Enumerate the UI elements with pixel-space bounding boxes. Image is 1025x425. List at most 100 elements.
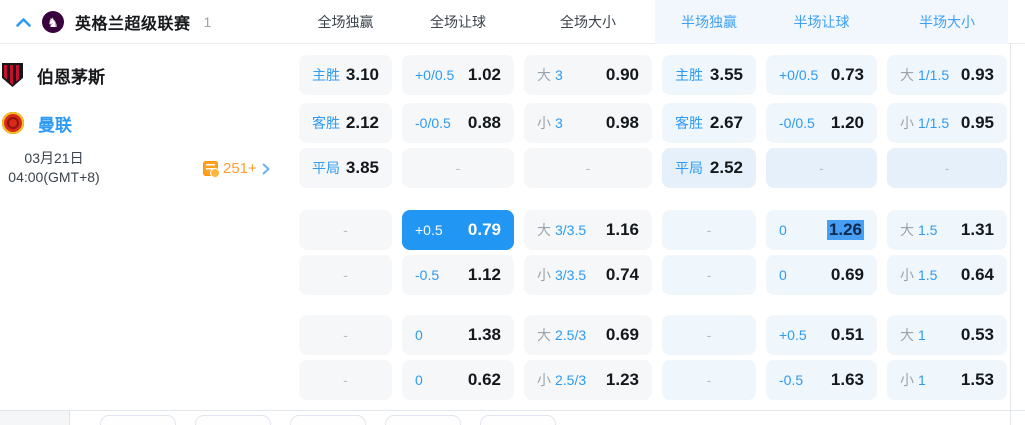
odds-value: 1.63	[830, 370, 864, 389]
match-date: 03月21日	[24, 150, 84, 166]
odds-label: 大 2.5/3	[537, 327, 587, 343]
odds-cell[interactable]: 小 3/3.5 0.74	[524, 255, 652, 295]
odds-value: 1.31	[960, 220, 994, 239]
odds-cell[interactable]: 小 1/1.5 0.95	[887, 103, 1007, 143]
away-team-crest-icon	[2, 112, 24, 134]
next-section-cells-cutoff	[100, 415, 556, 425]
odds-cell[interactable]	[195, 415, 271, 425]
odds-cell[interactable]: 客胜 2.12	[299, 103, 392, 143]
odds-cell[interactable]	[290, 415, 366, 425]
league-title-group: ♞ 英格兰超级联赛 1	[16, 0, 211, 44]
odds-value: 0.74	[605, 265, 639, 284]
odds-value: 1.53	[960, 370, 994, 389]
over-under-prefix: 大	[900, 222, 914, 238]
odds-label: 大 1/1.5	[900, 67, 950, 83]
odds-value: 0.93	[960, 65, 994, 84]
odds-cell[interactable]: 平局 2.52	[662, 148, 756, 188]
odds-label: 小 1/1.5	[900, 115, 950, 131]
odds-cell[interactable]: -0/0.5 1.20	[766, 103, 877, 143]
odds-label: +0.5	[779, 327, 807, 343]
column-header: 全场独赢	[317, 14, 374, 30]
odds-value: 1.26	[826, 220, 864, 240]
column-header: 全场让球	[430, 14, 486, 30]
odds-cell-empty: -	[299, 210, 392, 250]
odds-cell[interactable]: 小 1.5 0.64	[887, 255, 1007, 295]
odds-grid: 主胜 3.10 +0/0.5 1.02 大 3 0.90 主胜 3.55 +0/0.5 0.73 大 1…	[299, 55, 1007, 400]
more-markets-count: 251+	[223, 160, 257, 177]
odds-cell-empty: -	[662, 255, 756, 295]
odds-cell[interactable]: 大 2.5/3 0.69	[524, 315, 652, 355]
odds-cell[interactable]: 主胜 3.55	[662, 55, 756, 95]
odds-cell[interactable]: 平局 3.85	[299, 148, 392, 188]
odds-label: -0.5	[779, 372, 804, 388]
odds-label: +0/0.5	[779, 67, 819, 83]
odds-cell[interactable]: 大 3 0.90	[524, 55, 652, 95]
column-header: 半场独赢	[681, 14, 737, 30]
odds-label: 小3	[537, 115, 563, 131]
odds-cell[interactable]: +0.5 0.79	[402, 210, 514, 250]
odds-value: 1.12	[467, 265, 501, 284]
odds-value: 1.20	[830, 113, 864, 132]
odds-cell[interactable]: 大 1.5 1.31	[887, 210, 1007, 250]
odds-cell[interactable]	[100, 415, 176, 425]
odds-row: -0 0.62 小 2.5/3 1.23- -0.5 1.63 小 1 1.53	[299, 360, 1007, 400]
more-markets-link[interactable]: 251+	[203, 160, 270, 178]
league-name: 英格兰超级联赛	[75, 16, 191, 33]
next-section-left-block	[0, 411, 70, 425]
odds-label: 0	[415, 327, 423, 343]
odds-cell[interactable]	[480, 415, 556, 425]
away-team-row[interactable]: 曼联	[2, 103, 72, 143]
odds-cell-empty: -	[299, 360, 392, 400]
odds-cell-empty: -	[887, 148, 1007, 188]
odds-value: 0.64	[960, 265, 994, 284]
odds-label: 大3	[537, 67, 563, 83]
odds-cell[interactable]: 主胜 3.10	[299, 55, 392, 95]
odds-value: 0.73	[830, 65, 864, 84]
odds-cell[interactable]: 小 1 1.53	[887, 360, 1007, 400]
odds-value: 0.69	[605, 325, 639, 344]
odds-cell[interactable]	[385, 415, 461, 425]
odds-cell[interactable]: 大 3/3.5 1.16	[524, 210, 652, 250]
over-under-prefix: 小	[900, 115, 914, 131]
odds-label: 客胜	[675, 115, 703, 131]
odds-value: 1.38	[467, 325, 501, 344]
odds-cell[interactable]: 0 0.69	[766, 255, 877, 295]
odds-cell[interactable]: +0/0.5 0.73	[766, 55, 877, 95]
over-under-prefix: 大	[900, 67, 914, 83]
odds-cell[interactable]: 0 1.38	[402, 315, 514, 355]
odds-cell[interactable]: 小 2.5/3 1.23	[524, 360, 652, 400]
column-header: 半场大小	[919, 14, 975, 30]
odds-cell[interactable]: -0.5 1.63	[766, 360, 877, 400]
odds-label: -0.5	[415, 267, 440, 283]
odds-value: 0.90	[605, 65, 639, 84]
column-header: 全场大小	[560, 14, 616, 30]
odds-cell[interactable]: +0/0.5 1.02	[402, 55, 514, 95]
odds-cell[interactable]: 大 1/1.5 0.93	[887, 55, 1007, 95]
odds-cell[interactable]: 客胜 2.67	[662, 103, 756, 143]
odds-label: 小 2.5/3	[537, 372, 587, 388]
odds-cell[interactable]: 0 0.62	[402, 360, 514, 400]
odds-cell[interactable]: +0.5 0.51	[766, 315, 877, 355]
odds-cell[interactable]: 0 1.26	[766, 210, 877, 250]
odds-label: +0/0.5	[415, 67, 455, 83]
odds-value: 0.53	[960, 325, 994, 344]
over-under-prefix: 大	[900, 327, 914, 343]
odds-label: +0.5	[415, 222, 443, 238]
collapse-chevron-up-icon[interactable]	[16, 17, 31, 27]
odds-cell-empty: -	[299, 255, 392, 295]
away-team-name: 曼联	[38, 115, 72, 135]
odds-cell-empty: -	[662, 315, 756, 355]
odds-row: 主胜 3.10 +0/0.5 1.02 大 3 0.90 主胜 3.55 +0/0.5 0.73 大 1…	[299, 55, 1007, 95]
odds-cell[interactable]: -0.5 1.12	[402, 255, 514, 295]
odds-cell-empty: -	[662, 210, 756, 250]
odds-label: -0/0.5	[415, 115, 451, 131]
home-team-crest-icon	[2, 63, 23, 87]
odds-cell[interactable]: -0/0.5 0.88	[402, 103, 514, 143]
home-team-row[interactable]: 伯恩茅斯	[2, 55, 105, 95]
odds-value: 1.02	[467, 65, 501, 84]
over-under-prefix: 大	[537, 222, 551, 238]
odds-label: 0	[415, 372, 423, 388]
odds-cell[interactable]: 大 1 0.53	[887, 315, 1007, 355]
odds-cell[interactable]: 小 3 0.98	[524, 103, 652, 143]
odds-value: 2.67	[709, 113, 743, 132]
